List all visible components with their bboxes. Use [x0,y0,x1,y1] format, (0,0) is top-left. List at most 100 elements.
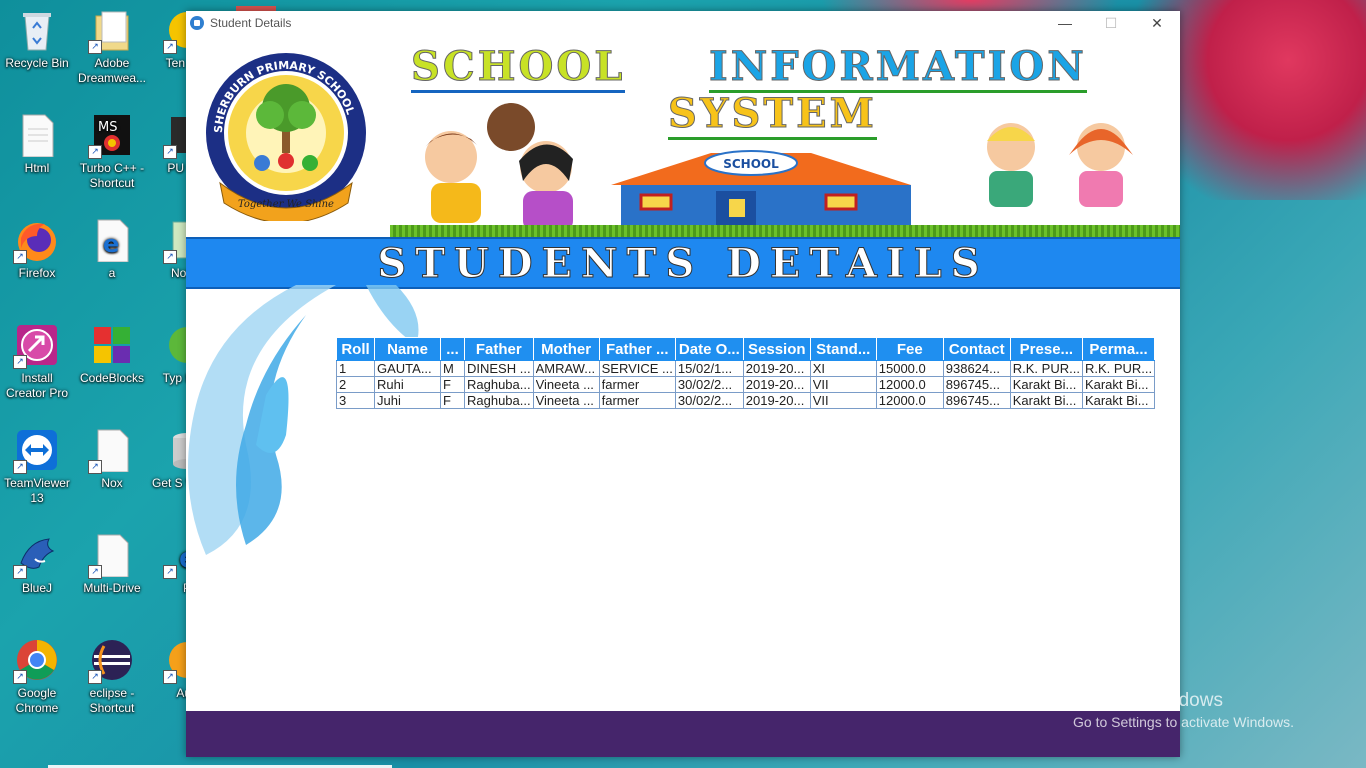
cell[interactable]: 12000.0 [875,392,944,409]
desktop-icon-a[interactable]: e a [75,218,149,281]
desktop-icon-html[interactable]: Html [0,113,74,176]
desktop-icon-label: Turbo C++ - Shortcut [79,161,145,190]
column-header-fee[interactable]: Fee [875,337,944,361]
desktop-icon-recycle-bin[interactable]: Recycle Bin [0,8,74,71]
cell[interactable]: R.K. PUR... [1009,360,1083,377]
column-header-standard[interactable]: Stand... [809,337,877,361]
svg-text:MS: MS [98,120,117,135]
cell[interactable]: Karakt Bi... [1009,392,1083,409]
cell[interactable]: Raghuba... [464,376,534,393]
install-creator-icon: ↗ [13,323,59,369]
cell[interactable]: 2 [336,376,375,393]
cell[interactable]: farmer [598,392,676,409]
cell[interactable]: XI [809,360,877,377]
table-row[interactable]: 3 Juhi F Raghuba... Vineeta ... farmer 3… [336,392,1156,409]
app-window-icon [190,16,204,30]
minimize-button[interactable]: — [1042,11,1088,35]
cell[interactable]: 12000.0 [875,376,944,393]
cell[interactable]: M [440,360,465,377]
desktop-icon-eclipse[interactable]: ↗ eclipse - Shortcut [75,638,149,716]
desktop-icon-google-chrome[interactable]: ↗ Google Chrome [0,638,74,716]
desktop-icon-codeblocks[interactable]: CodeBlocks [75,323,149,386]
column-header-father[interactable]: Father [464,337,534,361]
students-table[interactable]: Roll Name ... Father Mother Father ... D… [336,337,1156,409]
desktop-icon-label: Nox [101,476,123,490]
recycle-bin-icon [15,8,59,52]
table-row[interactable]: 2 Ruhi F Raghuba... Vineeta ... farmer 3… [336,376,1156,393]
column-header-mother[interactable]: Mother [532,337,600,361]
logo-motto: Together We Shine [238,199,334,210]
desktop-icon-adobe-dreamweaver[interactable]: ↗ Adobe Dreamwea... [75,8,149,86]
column-header-permanent-address[interactable]: Perma... [1081,337,1156,361]
cell[interactable]: 2019-20... [742,392,811,409]
cell[interactable]: 896745... [942,376,1011,393]
cell[interactable]: DINESH ... [464,360,534,377]
cell[interactable]: R.K. PUR... [1081,360,1156,377]
cell[interactable]: AMRAW... [532,360,600,377]
desktop-icon-turbo-cpp[interactable]: MS ↗ Turbo C++ - Shortcut [75,113,149,191]
cell[interactable]: F [440,376,465,393]
desktop-icon-nox[interactable]: ↗ Nox [75,428,149,491]
students-details-banner: STUDENTS DETAILS [186,237,1180,289]
column-header-session[interactable]: Session [742,337,811,361]
cell[interactable]: Ruhi [374,376,441,393]
teamviewer-icon: ↗ [13,428,59,474]
desktop-icon-label: eclipse - Shortcut [89,686,135,715]
desktop-icon-bluej[interactable]: ↗ BlueJ [0,533,74,596]
column-header-gender[interactable]: ... [440,337,465,361]
cell[interactable]: Juhi [374,392,441,409]
building-sign: SCHOOL [723,157,779,171]
desktop-icon-install-creator[interactable]: ↗ Install Creator Pro [0,323,74,401]
shortcut-arrow-icon: ↗ [13,565,27,579]
shortcut-arrow-icon: ↗ [88,565,102,579]
maximize-button[interactable]: ☐ [1088,11,1134,35]
folder-icon: ↗ [88,8,134,54]
grass-strip [390,225,1180,237]
activate-title: Activate Windows [1073,690,1223,711]
cell[interactable]: Karakt Bi... [1081,392,1156,409]
cell[interactable]: 3 [336,392,375,409]
desktop-icon-multi-drive[interactable]: ↗ Multi-Drive [75,533,149,596]
close-button[interactable]: ✕ [1134,11,1180,35]
shortcut-arrow-icon: ↗ [88,460,102,474]
cell[interactable]: F [440,392,465,409]
shortcut-arrow-icon: ↗ [163,670,177,684]
cell[interactable]: Karakt Bi... [1009,376,1083,393]
column-header-roll[interactable]: Roll [336,337,375,361]
cell[interactable]: Raghuba... [464,392,534,409]
shortcut-arrow-icon: ↗ [88,145,102,159]
cell[interactable]: 30/02/2... [674,392,744,409]
table-row[interactable]: 1 GAUTA... M DINESH ... AMRAW... SERVICE… [336,360,1156,377]
shortcut-arrow-icon: ↗ [163,145,177,159]
cell[interactable]: Vineeta ... [532,392,600,409]
turbo-cpp-icon: MS ↗ [88,113,134,159]
cell[interactable]: Karakt Bi... [1081,376,1156,393]
desktop-icon-label: Google Chrome [15,686,59,715]
column-header-name[interactable]: Name [374,337,441,361]
cell[interactable]: 15/02/1... [674,360,744,377]
cell[interactable]: 15000.0 [875,360,944,377]
desktop-icon-firefox[interactable]: ↗ Firefox [0,218,74,281]
cell[interactable]: GAUTA... [374,360,441,377]
column-header-contact[interactable]: Contact [942,337,1011,361]
activate-windows-watermark: Activate Windows Go to Settings to activ… [1073,690,1294,730]
column-header-present-address[interactable]: Prese... [1009,337,1083,361]
column-header-date-of-birth[interactable]: Date O... [674,337,744,361]
window-titlebar[interactable]: Student Details — ☐ ✕ [186,11,1180,35]
cell[interactable]: 2019-20... [742,360,811,377]
codeblocks-icon [90,323,134,367]
cell[interactable]: SERVICE ... [598,360,676,377]
cell[interactable]: farmer [598,376,676,393]
cell[interactable]: Vineeta ... [532,376,600,393]
cell[interactable]: 30/02/2... [674,376,744,393]
cell[interactable]: 2019-20... [742,376,811,393]
desktop-icon-teamviewer[interactable]: ↗ TeamViewer 13 [0,428,74,506]
shortcut-arrow-icon: ↗ [13,460,27,474]
cell[interactable]: VII [809,392,877,409]
cell[interactable]: 1 [336,360,375,377]
kid-face-icon [487,103,535,151]
column-header-father-occupation[interactable]: Father ... [598,337,676,361]
cell[interactable]: VII [809,376,877,393]
cell[interactable]: 896745... [942,392,1011,409]
cell[interactable]: 938624... [942,360,1011,377]
